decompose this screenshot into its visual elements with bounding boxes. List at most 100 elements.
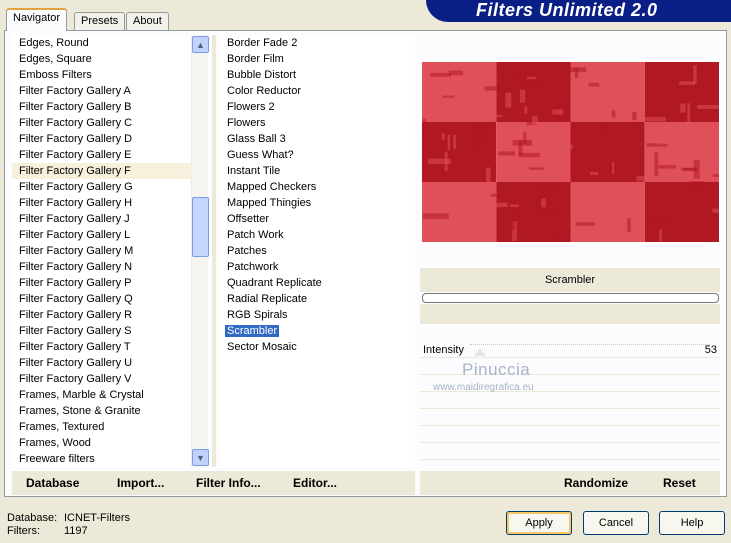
filter-item[interactable]: Mapped Thingies (220, 195, 415, 211)
filter-item[interactable]: Bubble Distort (220, 67, 415, 83)
category-item-label: Filter Factory Gallery L (19, 229, 131, 241)
filter-list[interactable]: Border Fade 2 Border Film Bubble Distort Co… (220, 35, 415, 467)
category-item[interactable]: Filter Factory Gallery R (12, 307, 208, 323)
filter-item-label: Mapped Checkers (227, 181, 317, 193)
category-item[interactable]: Filter Factory Gallery C (12, 115, 208, 131)
filter-item[interactable]: Radial Replicate (220, 291, 415, 307)
filter-item[interactable]: Patchwork (220, 259, 415, 275)
editor-link[interactable]: Editor... (293, 476, 337, 490)
filter-item-label: Sector Mosaic (227, 341, 297, 353)
category-item[interactable]: Filter Factory Gallery H (12, 195, 208, 211)
category-item[interactable]: Frames, Marble & Crystal (12, 387, 208, 403)
database-link[interactable]: Database (26, 476, 79, 490)
category-item[interactable]: Filter Factory Gallery D (12, 131, 208, 147)
category-item[interactable]: Emboss Filters (12, 67, 208, 83)
randomize-link[interactable]: Randomize (564, 476, 628, 490)
slider-marker[interactable] (474, 348, 486, 356)
category-item-label: Filter Factory Gallery D (19, 133, 133, 145)
filter-item-label: Flowers 2 (227, 101, 275, 113)
chevron-down-icon[interactable]: ▼ (192, 449, 209, 466)
filter-item[interactable]: Patch Work (220, 227, 415, 243)
chevron-up-icon[interactable]: ▲ (192, 36, 209, 53)
category-item[interactable]: Edges, Round (12, 35, 208, 51)
help-button[interactable]: Help (659, 511, 725, 535)
category-item-label: Edges, Round (19, 37, 89, 49)
preview-actions-bar: Randomize Reset (420, 471, 720, 495)
filter-item-label: Flowers (227, 117, 266, 129)
category-list[interactable]: Edges, Round Edges, Square Emboss Filters F… (12, 35, 208, 467)
filter-item[interactable]: Offsetter (220, 211, 415, 227)
category-item-label: Frames, Stone & Granite (19, 405, 141, 417)
filter-item[interactable]: Quadrant Replicate (220, 275, 415, 291)
filter-item[interactable]: Mapped Checkers (220, 179, 415, 195)
category-item-label: Filter Factory Gallery V (19, 373, 132, 385)
category-item[interactable]: Filter Factory Gallery U (12, 355, 208, 371)
tab-presets[interactable]: Presets (74, 12, 126, 30)
filter-item[interactable]: Sector Mosaic (220, 339, 415, 355)
filter-item-label: Offsetter (227, 213, 269, 225)
category-item[interactable]: Filter Factory Gallery V (12, 371, 208, 387)
scroll-thumb[interactable] (192, 197, 209, 257)
category-item[interactable]: Filter Factory Gallery B (12, 99, 208, 115)
filter-item[interactable]: Glass Ball 3 (220, 131, 415, 147)
category-scrollbar[interactable]: ▲ ▼ (191, 35, 209, 467)
filter-item-label: Patch Work (227, 229, 284, 241)
filter-item-label: Glass Ball 3 (227, 133, 286, 145)
filter-item[interactable]: Color Reductor (220, 83, 415, 99)
category-item[interactable]: Filter Factory Gallery F (12, 163, 208, 179)
category-item-label: Filter Factory Gallery A (19, 85, 131, 97)
database-label: Database: (7, 512, 58, 524)
filter-item[interactable]: Border Film (220, 51, 415, 67)
list-actions-bar: Database Import... Filter Info... Editor… (12, 471, 415, 495)
filter-info-link[interactable]: Filter Info... (196, 476, 261, 490)
category-item[interactable]: Filter Factory Gallery L (12, 227, 208, 243)
category-item[interactable]: Frames, Wood (12, 435, 208, 451)
import-link[interactable]: Import... (117, 476, 164, 490)
cancel-button[interactable]: Cancel (583, 511, 649, 535)
category-item-label: Filter Factory Gallery G (19, 181, 133, 193)
category-item[interactable]: Filter Factory Gallery N (12, 259, 208, 275)
filter-item-label: Patchwork (227, 261, 279, 273)
filter-item[interactable]: Scrambler (220, 323, 415, 339)
category-item[interactable]: Freeware filters (12, 451, 208, 467)
category-item[interactable]: Frames, Stone & Granite (12, 403, 208, 419)
param-row-empty (420, 410, 720, 426)
tab-navigator[interactable]: Navigator (6, 8, 68, 31)
reset-link[interactable]: Reset (663, 476, 696, 490)
param-row-empty (420, 393, 720, 409)
category-item[interactable]: Filter Factory Gallery M (12, 243, 208, 259)
apply-button[interactable]: Apply (506, 511, 572, 535)
category-item-label: Filter Factory Gallery Q (19, 293, 133, 305)
category-item[interactable]: Filter Factory Gallery S (12, 323, 208, 339)
filter-item-label: Guess What? (227, 149, 294, 161)
category-item[interactable]: Filter Factory Gallery T (12, 339, 208, 355)
database-status: Database: ICNET-Filters (7, 512, 130, 524)
tab-about[interactable]: About (126, 12, 169, 30)
filter-item[interactable]: Instant Tile (220, 163, 415, 179)
category-item[interactable]: Frames, Textured (12, 419, 208, 435)
filter-item[interactable]: Flowers 2 (220, 99, 415, 115)
category-item[interactable]: Filter Factory Gallery A (12, 83, 208, 99)
filter-item-label: Radial Replicate (227, 293, 308, 305)
category-item-label: Filter Factory Gallery U (19, 357, 133, 369)
filter-item-label: Border Fade 2 (227, 37, 298, 49)
category-item-label: Frames, Wood (19, 437, 91, 449)
category-item[interactable]: Filter Factory Gallery Q (12, 291, 208, 307)
category-item[interactable]: Edges, Square (12, 51, 208, 67)
preview-image (422, 62, 719, 242)
filter-item[interactable]: Border Fade 2 (220, 35, 415, 51)
progress-bar (422, 293, 719, 303)
category-item-label: Edges, Square (19, 53, 92, 65)
filter-item[interactable]: Guess What? (220, 147, 415, 163)
filter-item[interactable]: Flowers (220, 115, 415, 131)
filter-item[interactable]: Patches (220, 243, 415, 259)
app-title: Filters Unlimited 2.0 (476, 0, 658, 20)
filter-item[interactable]: RGB Spirals (220, 307, 415, 323)
category-item[interactable]: Filter Factory Gallery J (12, 211, 208, 227)
category-item[interactable]: Filter Factory Gallery E (12, 147, 208, 163)
filters-count: 1197 (64, 525, 88, 537)
category-item-label: Filter Factory Gallery E (19, 149, 132, 161)
category-item-label: Filter Factory Gallery R (19, 309, 133, 321)
category-item[interactable]: Filter Factory Gallery G (12, 179, 208, 195)
category-item[interactable]: Filter Factory Gallery P (12, 275, 208, 291)
